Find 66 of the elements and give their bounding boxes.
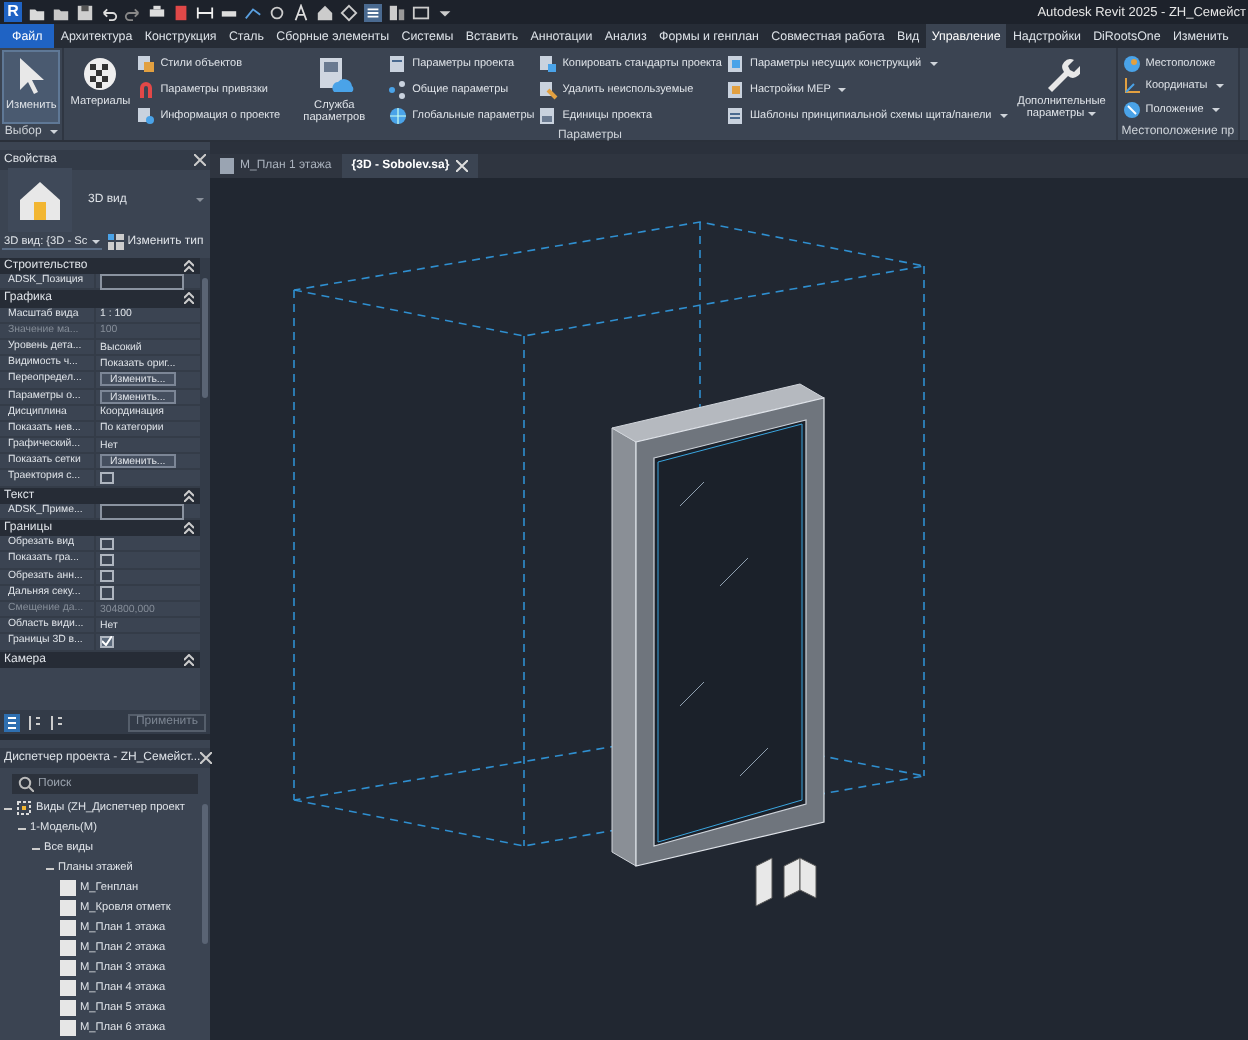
checkbox[interactable] [100,635,113,649]
caret-icon [91,239,100,243]
close-icon[interactable] [200,752,213,764]
document-icon [726,54,746,75]
collapse-icon[interactable] [184,292,194,305]
undo-icon[interactable] [100,3,118,21]
input-field[interactable] [100,274,184,291]
document-icon [538,80,559,101]
globe-icon [1121,53,1142,74]
scrollbar[interactable] [200,258,210,710]
nodes-icon [388,80,409,101]
document-icon [136,54,157,75]
wrench-icon [1043,56,1080,92]
diamond-icon[interactable] [340,3,358,21]
caret-icon [1215,84,1224,89]
sort-icon[interactable] [26,713,42,731]
close-icon[interactable] [455,160,468,172]
collapse-icon[interactable] [184,489,194,502]
checkbox[interactable] [100,553,113,567]
checkbox[interactable] [100,586,113,600]
caret-icon [1211,108,1220,113]
check-icon [101,636,112,647]
collapse-icon[interactable] [184,653,194,666]
caret-icon [929,62,938,67]
app-logo[interactable]: R [4,2,22,22]
magnet-icon [136,80,157,101]
sheet-icon [220,158,234,174]
printer-icon[interactable] [148,3,166,21]
line-icon[interactable] [244,3,262,21]
document-icon [136,106,157,127]
views-icon [16,800,32,816]
document-icon [538,54,559,75]
axes-icon [1121,76,1142,97]
redo-icon[interactable] [124,3,142,21]
house-icon [8,168,72,232]
document-icon [388,54,409,75]
sort-icon[interactable] [48,713,64,731]
document-icon [538,106,559,127]
checker-sphere-icon [82,56,119,92]
device-cloud-icon [314,56,355,96]
document-icon [726,106,746,127]
collapse-icon[interactable] [184,260,194,273]
measure-icon[interactable] [196,3,214,21]
document-icon [726,80,746,101]
text-icon[interactable] [292,3,310,21]
caret-icon [196,198,204,202]
checkbox[interactable] [100,471,113,485]
globe-icon [388,106,409,127]
panel-pair-icon [755,857,817,907]
list-icon[interactable] [364,3,382,21]
checkbox[interactable] [100,537,113,551]
caret-icon [49,129,58,133]
category-sort-icon[interactable] [4,713,20,731]
collapse-icon[interactable] [184,522,194,535]
grid-icon [107,234,124,250]
search-icon [18,776,34,792]
caret-icon [838,88,847,93]
globe-icon [1121,100,1142,121]
caret-icon [999,114,1008,119]
scrollbar[interactable] [202,804,208,944]
windows-icon[interactable] [388,3,406,21]
caret-icon [1088,111,1097,116]
checkbox[interactable] [100,569,113,583]
close-icon[interactable] [194,154,206,166]
document-icon[interactable] [172,3,190,21]
save-icon[interactable] [76,3,94,21]
